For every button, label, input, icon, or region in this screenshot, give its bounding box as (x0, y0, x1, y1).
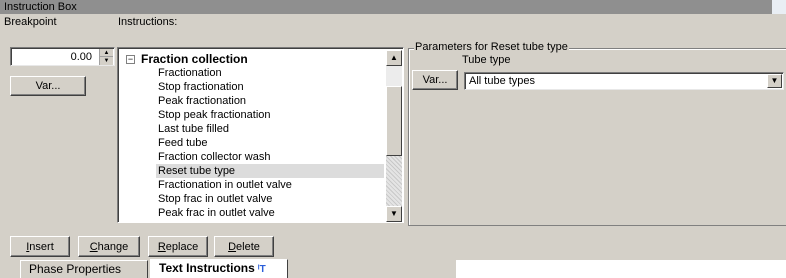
window-title: Instruction Box (0, 0, 772, 14)
parameters-legend: Parameters for Reset tube type (414, 41, 569, 54)
tube-type-select[interactable]: All tube types ▼ (464, 72, 784, 90)
scroll-down-icon[interactable]: ▼ (386, 206, 402, 222)
instructions-label: Instructions: (118, 16, 178, 28)
title-strip (772, 0, 786, 14)
parameters-var-button[interactable]: Var... (412, 70, 458, 90)
instructions-list[interactable]: − Fraction collection Fractionation Stop f… (117, 47, 404, 223)
text-instructions-icon: ᴵT (257, 264, 266, 275)
instruction-item[interactable]: Fraction collector wash (156, 150, 384, 164)
instruction-item[interactable]: Peak frac in outlet valve (156, 206, 384, 220)
breakpoint-spinner[interactable]: ▲ ▼ (99, 49, 113, 65)
breakpoint-label: Breakpoint (4, 16, 57, 28)
insert-button[interactable]: Insert (10, 236, 70, 257)
tree-group-label: Fraction collection (141, 52, 248, 66)
delete-button[interactable]: Delete (214, 236, 274, 257)
scroll-track[interactable] (386, 156, 402, 206)
breakpoint-var-button[interactable]: Var... (10, 76, 86, 96)
scroll-up-icon[interactable]: ▲ (386, 50, 402, 66)
collapse-icon[interactable]: − (126, 55, 135, 64)
instruction-item[interactable]: Feed tube (156, 136, 384, 150)
replace-button[interactable]: Replace (148, 236, 208, 257)
dropdown-arrow-icon[interactable]: ▼ (767, 74, 782, 88)
change-button[interactable]: Change (78, 236, 140, 257)
delete-mnemonic: D (228, 240, 237, 253)
insert-label-rest: nsert (29, 240, 54, 253)
breakpoint-value: 0.00 (70, 51, 92, 63)
tab-phase-properties[interactable]: Phase Properties (20, 260, 148, 278)
spin-down-icon[interactable]: ▼ (100, 57, 113, 65)
tab-text-instructions[interactable]: Text Instructions ᴵT (150, 259, 288, 278)
change-label-rest: hange (97, 240, 129, 253)
tube-type-label: Tube type (462, 54, 511, 66)
instruction-item[interactable]: Stop fractionation (156, 80, 384, 94)
change-mnemonic: C (89, 240, 98, 253)
tab-phase-properties-label: Phase Properties (29, 262, 122, 276)
instruction-item[interactable]: Fractionation (156, 66, 384, 80)
instruction-item[interactable]: Stop frac in outlet valve (156, 192, 384, 206)
tab-strip-background (456, 260, 786, 278)
instruction-item[interactable]: Stop peak fractionation (156, 108, 384, 122)
instruction-item[interactable]: Peak fractionation (156, 94, 384, 108)
replace-mnemonic: R (157, 240, 166, 253)
tree-group-fraction-collection[interactable]: − Fraction collection (126, 52, 248, 66)
instruction-item[interactable]: Stop peak frac in outlet valve (156, 220, 384, 222)
tube-type-value: All tube types (469, 75, 536, 87)
replace-label-rest: eplace (165, 240, 199, 253)
instruction-item[interactable]: Last tube filled (156, 122, 384, 136)
delete-label-rest: elete (236, 240, 260, 253)
spin-up-icon[interactable]: ▲ (100, 49, 113, 57)
instruction-item[interactable]: Fractionation in outlet valve (156, 178, 384, 192)
instructions-scrollbar[interactable]: ▲ ▼ (386, 50, 402, 222)
tab-text-instructions-label: Text Instructions (159, 261, 255, 275)
instruction-item[interactable]: Reset tube type (156, 164, 384, 178)
scroll-thumb[interactable] (386, 86, 402, 156)
breakpoint-input[interactable]: 0.00 ▲ ▼ (10, 47, 115, 66)
